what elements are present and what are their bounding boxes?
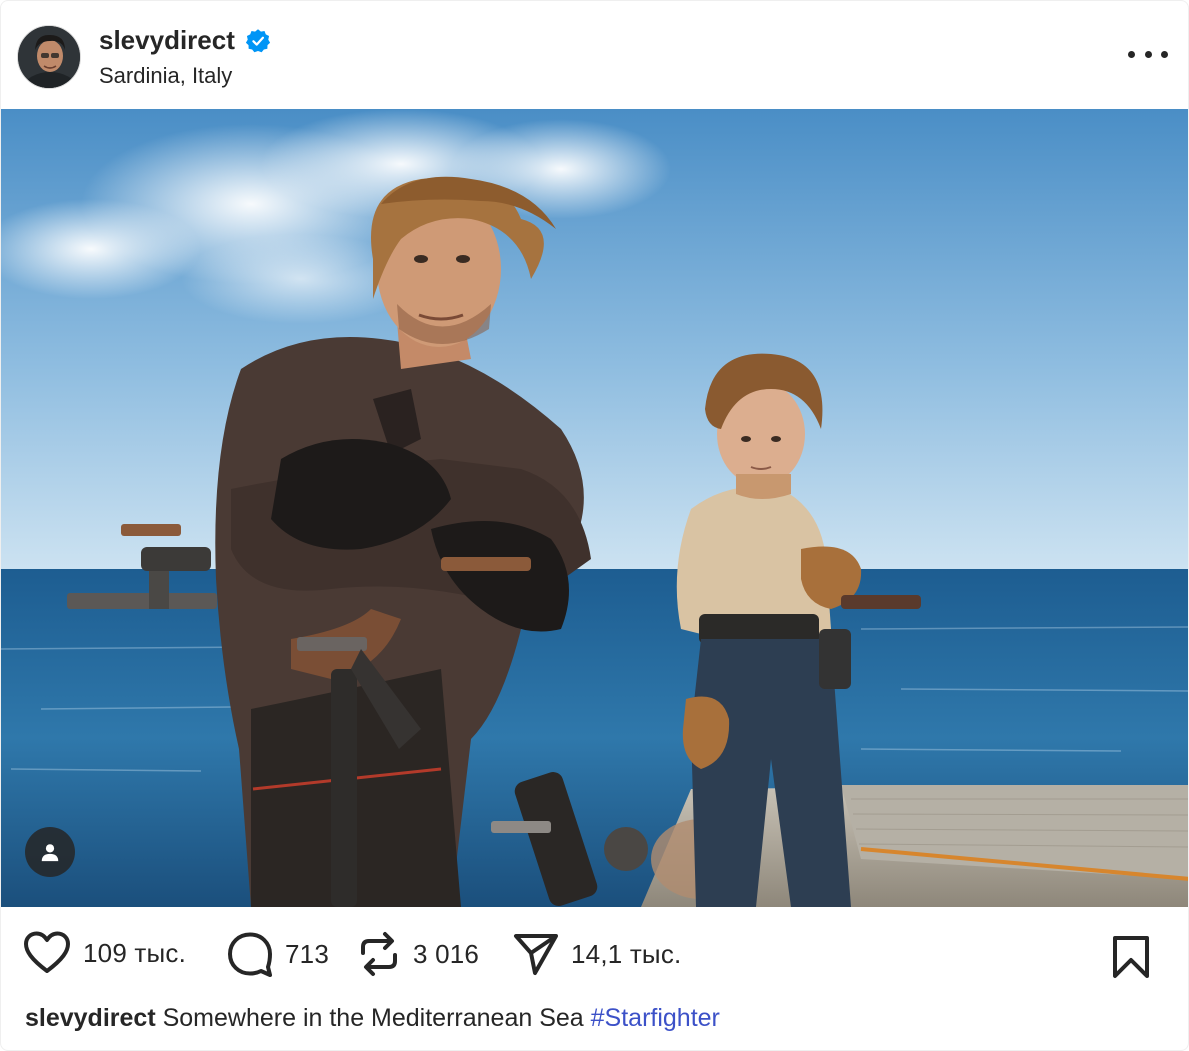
post-photo[interactable] (1, 109, 1188, 907)
username-text[interactable]: slevydirect (99, 25, 235, 56)
more-options-icon[interactable] (1128, 39, 1168, 69)
user-tag-icon (41, 844, 59, 862)
repost-arrows-icon (361, 932, 397, 976)
like-count: 109 тыс. (83, 937, 187, 968)
caption-hashtag[interactable]: #Starfighter (591, 1004, 720, 1032)
like-button[interactable]: 109 тыс. (23, 931, 186, 975)
caption-username[interactable]: slevydirect (25, 1004, 156, 1032)
comment-bubble-icon (228, 932, 272, 977)
dot (1144, 50, 1152, 58)
post-header: slevydirect Sardinia, Italy (1, 1, 1188, 109)
save-button[interactable] (1112, 935, 1150, 984)
share-count: 14,1 тыс. (571, 938, 682, 969)
comment-count: 713 (285, 938, 329, 969)
share-button[interactable]: 14,1 тыс. (513, 931, 681, 977)
post-username[interactable]: slevydirect (99, 25, 271, 56)
post-location[interactable]: Sardinia, Italy (99, 63, 232, 89)
heart-icon (24, 931, 70, 973)
dot (1161, 50, 1168, 58)
instagram-post: slevydirect Sardinia, Italy 109 тыс. 713… (0, 0, 1189, 1051)
send-paper-plane-icon (514, 934, 558, 975)
user-tag-button[interactable] (25, 827, 75, 877)
avatar[interactable] (17, 25, 81, 89)
repost-count: 3 016 (413, 938, 480, 969)
bookmark-icon (1113, 936, 1149, 978)
post-caption: slevydirect Somewhere in the Mediterrane… (25, 1004, 720, 1033)
dot (1128, 50, 1135, 58)
caption-text: Somewhere in the Mediterranean Sea (162, 1004, 584, 1032)
verified-badge-icon (245, 28, 270, 52)
photo-scene (1, 109, 1188, 907)
action-bar: 109 тыс. 713 3 016 14,1 тыс. (1, 919, 1188, 995)
comment-button[interactable]: 713 (227, 931, 329, 977)
repost-button[interactable]: 3 016 (357, 931, 479, 977)
